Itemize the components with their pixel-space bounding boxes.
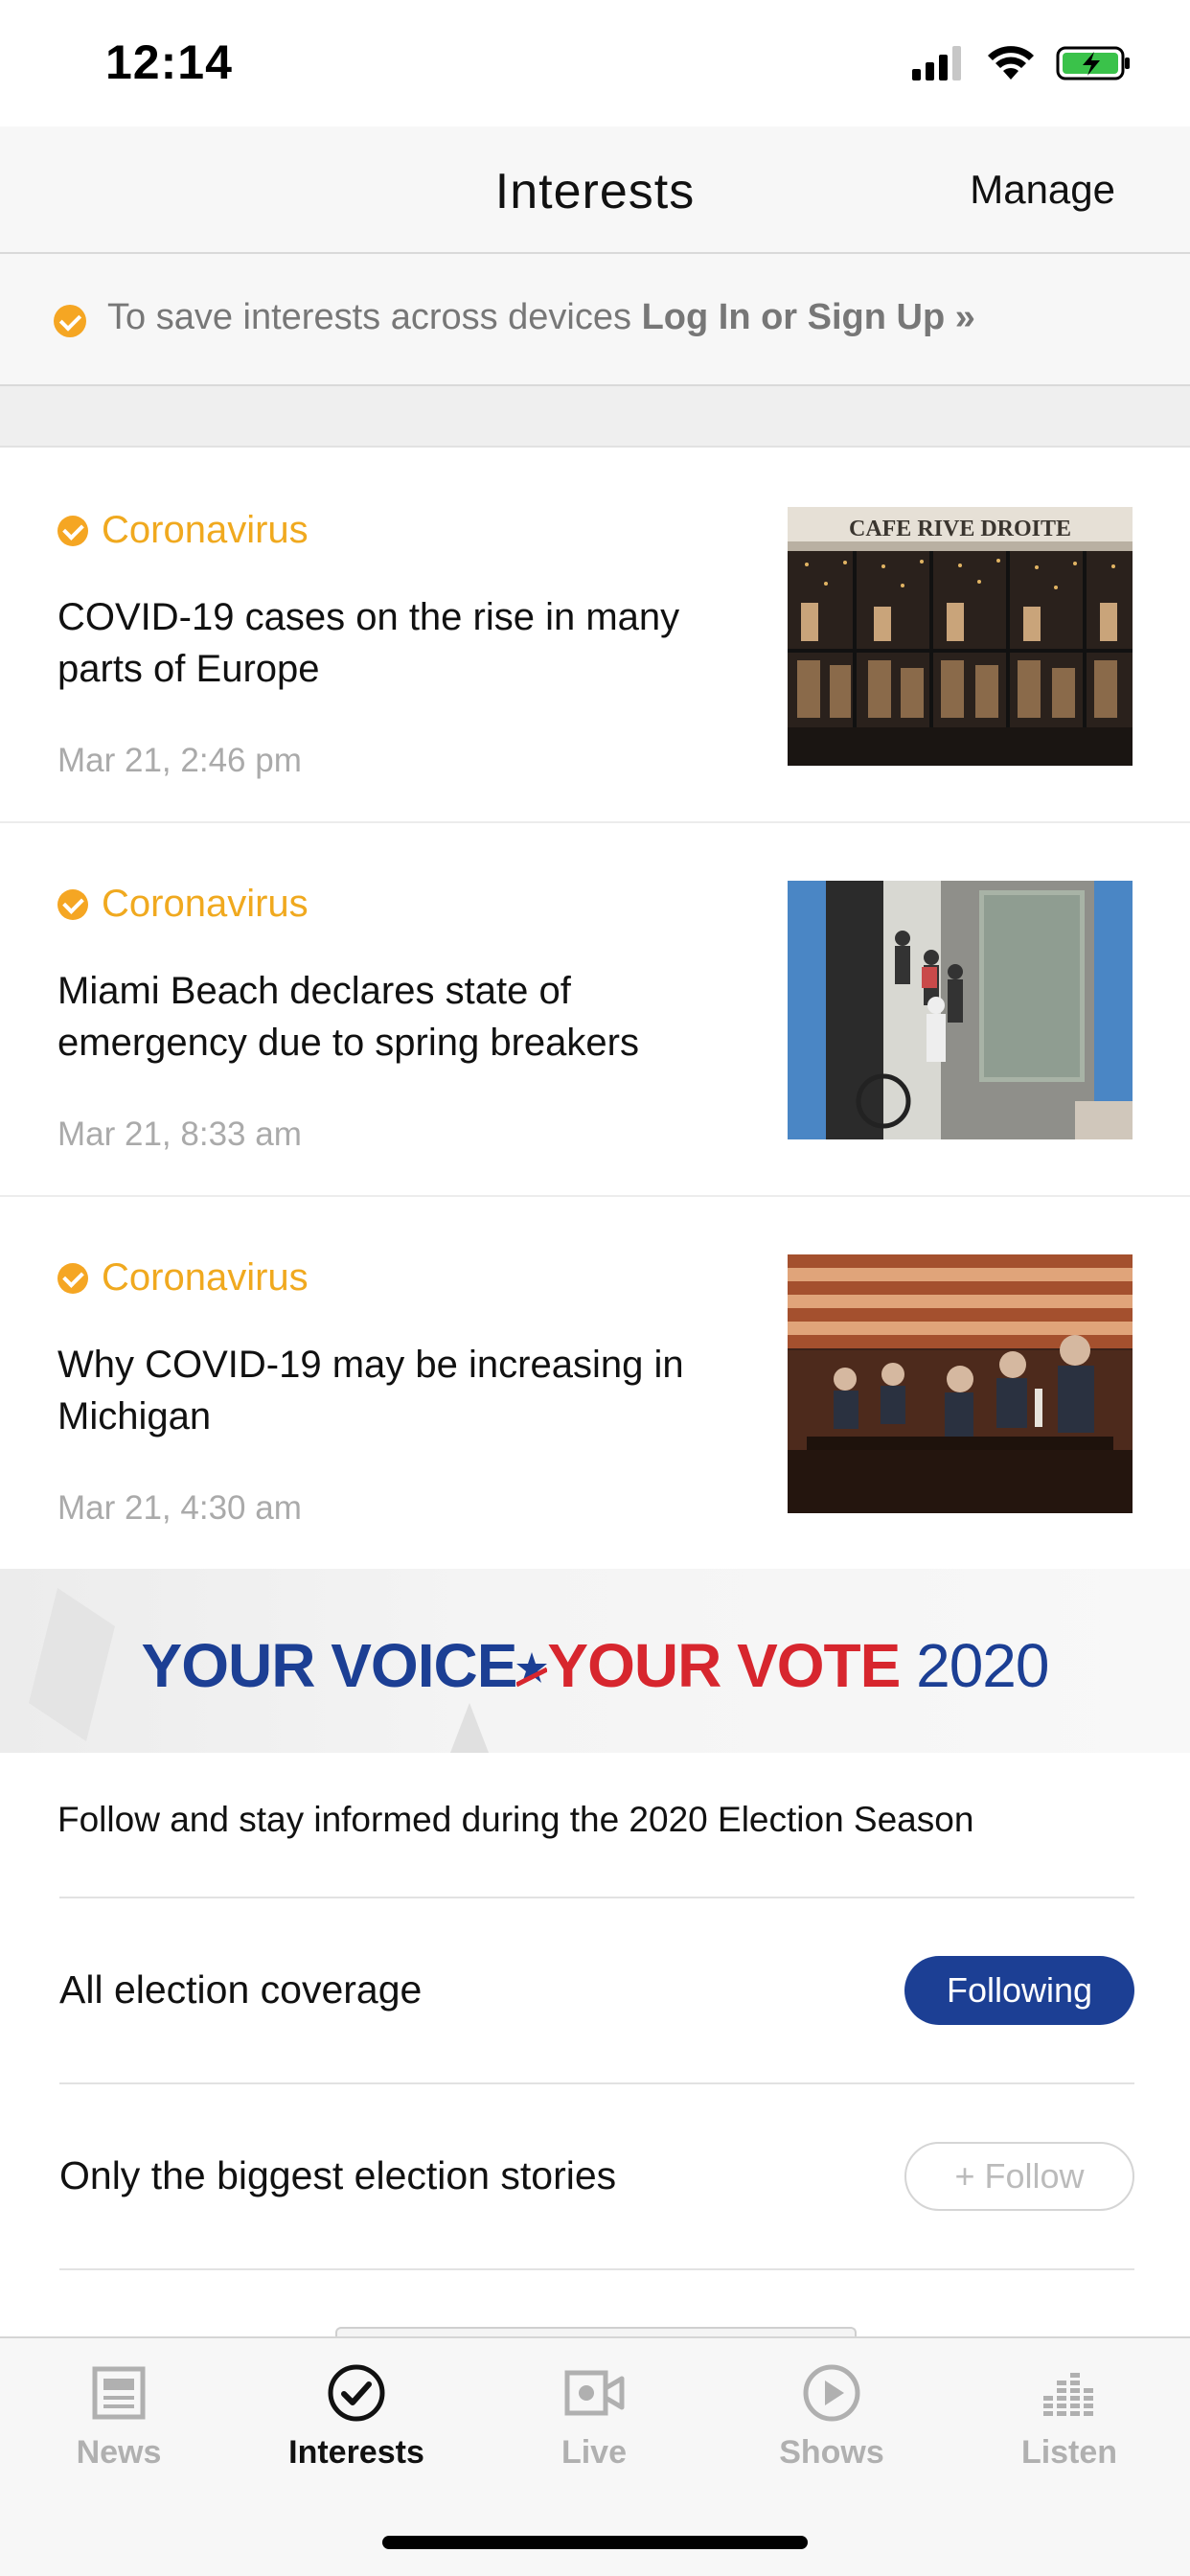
story-tag[interactable]: Coronavirus bbox=[57, 1256, 309, 1300]
manage-button[interactable]: Manage bbox=[970, 167, 1115, 213]
battery-charging-icon bbox=[1056, 46, 1130, 80]
tab-label: News bbox=[76, 2434, 162, 2471]
nav-bar: Interests Manage bbox=[0, 126, 1190, 254]
restaurant-photo bbox=[788, 1254, 1133, 1513]
login-banner: To save interests across devices Log In … bbox=[0, 254, 1190, 386]
divider bbox=[59, 2268, 1134, 2270]
cafe-photo: CAFE RIVE DROITE bbox=[788, 507, 1133, 766]
tab-label: Listen bbox=[1020, 2434, 1118, 2471]
status-bar: 12:14 bbox=[0, 0, 1190, 126]
follow-button[interactable]: + Follow bbox=[904, 2142, 1134, 2211]
check-circle-icon bbox=[57, 1262, 88, 1294]
street-crowd-photo bbox=[788, 881, 1133, 1139]
story-headline[interactable]: Miami Beach declares state of emergency … bbox=[57, 965, 757, 1069]
flag-star-icon bbox=[515, 1652, 549, 1688]
election-option-all: All election coverage Following bbox=[59, 1897, 1134, 2082]
login-signup-link[interactable]: Log In or Sign Up » bbox=[642, 297, 975, 337]
audio-bars-icon bbox=[1043, 2373, 1093, 2416]
check-circle-icon bbox=[57, 515, 88, 546]
story-headline[interactable]: COVID-19 cases on the rise in many parts… bbox=[57, 591, 757, 695]
election-description: Follow and stay informed during the 2020… bbox=[57, 1800, 974, 1839]
story-tag-label: Coronavirus bbox=[102, 883, 309, 925]
tab-live[interactable]: Live bbox=[475, 2361, 713, 2486]
following-button[interactable]: Following bbox=[904, 1956, 1134, 2025]
tab-label: Interests bbox=[288, 2434, 424, 2471]
story-card[interactable]: Coronavirus COVID-19 cases on the rise i… bbox=[0, 449, 1190, 823]
section-spacer bbox=[0, 386, 1190, 448]
newspaper-icon bbox=[92, 2366, 146, 2420]
home-indicator[interactable] bbox=[382, 2536, 808, 2549]
tab-interests[interactable]: Interests bbox=[238, 2361, 475, 2486]
story-thumbnail[interactable] bbox=[788, 1254, 1133, 1513]
story-date: Mar 21, 4:30 am bbox=[57, 1489, 302, 1527]
election-option-label: All election coverage bbox=[59, 1967, 423, 2012]
story-thumbnail[interactable]: CAFE RIVE DROITE bbox=[788, 507, 1133, 766]
tab-label: Live bbox=[561, 2434, 628, 2471]
story-tag[interactable]: Coronavirus bbox=[57, 883, 309, 926]
story-card[interactable]: Coronavirus Miami Beach declares state o… bbox=[0, 823, 1190, 1197]
wifi-icon bbox=[988, 46, 1034, 80]
election-logo-voice: YOUR VOICE bbox=[141, 1631, 518, 1700]
election-banner: YOUR VOICE YOUR VOTE 2020 bbox=[0, 1569, 1190, 1753]
election-logo: YOUR VOICE YOUR VOTE 2020 bbox=[0, 1630, 1190, 1701]
tab-label: Shows bbox=[779, 2434, 884, 2471]
election-option-biggest: Only the biggest election stories + Foll… bbox=[59, 2082, 1134, 2268]
check-circle-icon bbox=[54, 305, 86, 337]
story-date: Mar 21, 8:33 am bbox=[57, 1116, 302, 1153]
login-prompt-text: To save interests across devices bbox=[107, 297, 642, 337]
story-headline[interactable]: Why COVID-19 may be increasing in Michig… bbox=[57, 1339, 757, 1442]
play-circle-icon bbox=[803, 2364, 860, 2422]
check-circle-icon bbox=[328, 2364, 385, 2422]
login-prompt: To save interests across devices Log In … bbox=[107, 297, 975, 338]
check-circle-icon bbox=[57, 888, 88, 920]
story-thumbnail[interactable] bbox=[788, 881, 1133, 1139]
tab-listen[interactable]: Listen bbox=[950, 2361, 1188, 2486]
story-date: Mar 21, 2:46 pm bbox=[57, 742, 302, 779]
cafe-sign-text: CAFE RIVE DROITE bbox=[849, 517, 1071, 541]
election-option-label: Only the biggest election stories bbox=[59, 2153, 617, 2197]
election-logo-vote: YOUR VOTE bbox=[547, 1631, 901, 1700]
story-card[interactable]: Coronavirus Why COVID-19 may be increasi… bbox=[0, 1197, 1190, 1571]
status-time: 12:14 bbox=[105, 35, 233, 89]
tab-news[interactable]: News bbox=[0, 2361, 238, 2486]
story-tag-label: Coronavirus bbox=[102, 509, 309, 551]
cellular-signal-icon bbox=[912, 46, 961, 80]
story-tag[interactable]: Coronavirus bbox=[57, 509, 309, 552]
story-tag-label: Coronavirus bbox=[102, 1256, 309, 1299]
status-icons bbox=[912, 42, 1133, 84]
tab-shows[interactable]: Shows bbox=[713, 2361, 950, 2486]
video-camera-icon bbox=[564, 2370, 625, 2416]
election-logo-year: 2020 bbox=[916, 1631, 1049, 1700]
